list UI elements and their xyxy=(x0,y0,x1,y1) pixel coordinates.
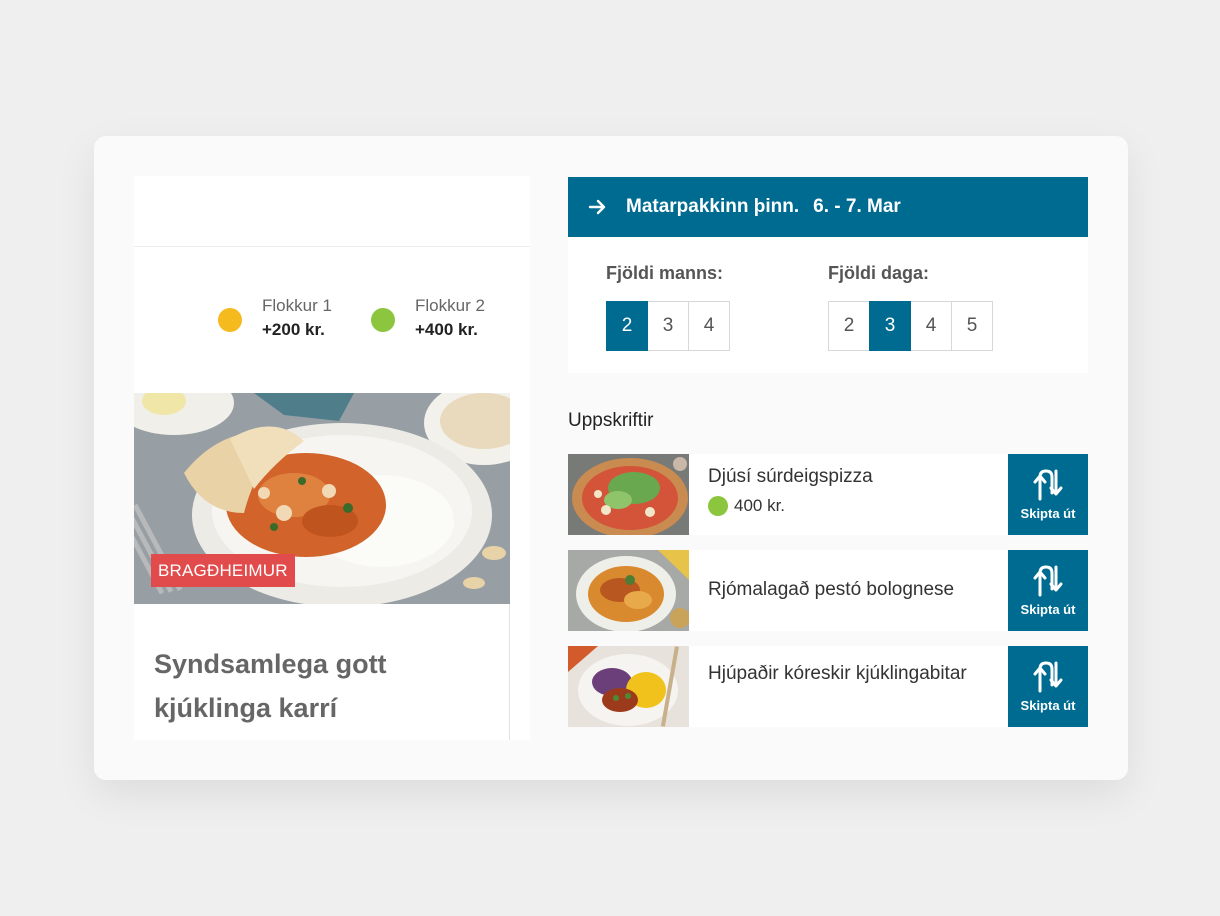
swap-label: Skipta út xyxy=(1020,698,1076,713)
swap-icon xyxy=(1033,469,1063,501)
recipe-name: Djúsí súrdeigspizza xyxy=(708,466,873,487)
category-2-dot xyxy=(371,308,395,332)
swap-icon xyxy=(1033,661,1063,693)
days-option-4[interactable]: 4 xyxy=(910,301,952,351)
category-2: Flokkur 2 +400 kr. xyxy=(371,294,485,342)
category-2-name: Flokkur 2 xyxy=(415,296,485,315)
swap-icon xyxy=(1033,565,1063,597)
recipe-row[interactable]: Djúsí súrdeigspizza 400 kr. Skipta út xyxy=(568,454,1088,535)
recipe-title[interactable]: Syndsamlega gott kjúklinga karrí xyxy=(154,642,494,730)
meal-kit-date: 6. - 7. Mar xyxy=(813,196,901,217)
card-divider xyxy=(509,604,510,740)
selectors: Fjöldi manns: 2 3 4 Fjöldi daga: 2 3 4 5 xyxy=(568,237,1088,373)
days-label: Fjöldi daga: xyxy=(828,263,929,283)
meal-kit-title: Matarpakkinn þinn. xyxy=(626,196,800,217)
recipe-name: Rjómalagað pestó bolognese xyxy=(708,579,955,600)
recipe-thumbnail xyxy=(568,646,689,727)
brand-badge: BRAGÐHEIMUR xyxy=(151,554,295,587)
category-2-price: +400 kr. xyxy=(415,320,478,339)
pasta-illustration xyxy=(568,550,689,631)
category-1-dot xyxy=(218,308,242,332)
people-option-3[interactable]: 3 xyxy=(647,301,689,351)
recipe-row[interactable]: Hjúpaðir kóreskir kjúklingabitar Skipta … xyxy=(568,646,1088,727)
people-label: Fjöldi manns: xyxy=(606,263,723,283)
swap-label: Skipta út xyxy=(1020,506,1076,521)
people-option-4[interactable]: 4 xyxy=(688,301,730,351)
price-category-dot xyxy=(708,496,728,516)
korean-chicken-illustration xyxy=(568,646,689,727)
swap-recipe-button[interactable]: Skipta út xyxy=(1008,454,1088,535)
meal-kit-card: Flokkur 1 +200 kr. Flokkur 2 +400 kr. BR… xyxy=(94,136,1128,780)
preview-topbar xyxy=(134,176,530,247)
recipe-thumbnail xyxy=(568,550,689,631)
recipe-image[interactable]: BRAGÐHEIMUR xyxy=(134,393,510,604)
swap-recipe-button[interactable]: Skipta út xyxy=(1008,550,1088,631)
days-option-5[interactable]: 5 xyxy=(951,301,993,351)
category-1: Flokkur 1 +200 kr. xyxy=(218,294,332,342)
meal-kit-header[interactable]: Matarpakkinn þinn. 6. - 7. Mar xyxy=(568,177,1088,237)
pizza-illustration xyxy=(568,454,689,535)
swap-label: Skipta út xyxy=(1020,602,1076,617)
recipe-price-value: 400 kr. xyxy=(734,496,786,515)
recipe-name: Hjúpaðir kóreskir kjúklingabitar xyxy=(708,663,967,684)
recipe-price: 400 kr. xyxy=(708,496,785,516)
days-selector: 2 3 4 5 xyxy=(828,301,993,351)
days-option-2[interactable]: 2 xyxy=(828,301,870,351)
arrow-right-icon xyxy=(588,199,606,215)
people-option-2[interactable]: 2 xyxy=(606,301,648,351)
swap-recipe-button[interactable]: Skipta út xyxy=(1008,646,1088,727)
meal-kit-panel: Matarpakkinn þinn. 6. - 7. Mar Fjöldi ma… xyxy=(530,176,1088,740)
days-option-3[interactable]: 3 xyxy=(869,301,911,351)
category-1-price: +200 kr. xyxy=(262,320,325,339)
people-selector: 2 3 4 xyxy=(606,301,730,351)
category-1-name: Flokkur 1 xyxy=(262,296,332,315)
recipe-row[interactable]: Rjómalagað pestó bolognese Skipta út xyxy=(568,550,1088,631)
recipe-preview-panel: Flokkur 1 +200 kr. Flokkur 2 +400 kr. BR… xyxy=(134,176,530,740)
recipes-heading: Uppskriftir xyxy=(568,410,654,431)
recipe-thumbnail xyxy=(568,454,689,535)
